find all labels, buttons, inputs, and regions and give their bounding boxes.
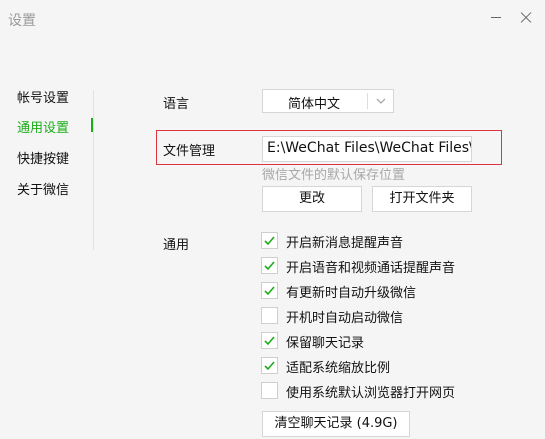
- file-path-field: E:\WeChat Files\WeChat Files\: [262, 136, 472, 162]
- option-label: 适配系统缩放比例: [286, 361, 391, 376]
- change-folder-button[interactable]: 更改: [262, 186, 362, 212]
- option-label: 使用系统默认浏览器打开网页: [286, 386, 456, 401]
- language-select[interactable]: 简体中文: [262, 89, 394, 113]
- option-label: 有更新时自动升级微信: [286, 286, 417, 301]
- checkbox[interactable]: [261, 382, 278, 399]
- checkbox[interactable]: [261, 257, 278, 274]
- language-label: 语言: [163, 97, 190, 112]
- checkmark-icon: [264, 361, 275, 371]
- sidebar-item-about[interactable]: 关于微信: [17, 179, 69, 199]
- sidebar-item-general[interactable]: 通用设置: [17, 117, 69, 137]
- open-folder-button[interactable]: 打开文件夹: [372, 186, 472, 212]
- sidebar-item-shortcuts[interactable]: 快捷按键: [17, 148, 69, 168]
- window-title: 设置: [8, 13, 36, 29]
- checkbox[interactable]: [261, 282, 278, 299]
- sidebar-item-account[interactable]: 帐号设置: [17, 87, 69, 107]
- checkbox[interactable]: [261, 307, 278, 324]
- checkmark-icon: [264, 236, 275, 246]
- checkbox[interactable]: [261, 232, 278, 249]
- option-label: 开启语音和视频通话提醒声音: [286, 261, 456, 276]
- file-path-value: E:\WeChat Files\WeChat Files\: [267, 140, 472, 156]
- file-path-hint: 微信文件的默认保存位置: [262, 168, 406, 183]
- minimize-icon[interactable]: [486, 8, 506, 28]
- checkmark-icon: [264, 336, 275, 346]
- title-bar: 设置: [0, 0, 545, 40]
- general-label: 通用: [163, 238, 190, 253]
- option-label: 开机时自动启动微信: [286, 311, 404, 326]
- checkmark-icon: [264, 261, 275, 271]
- file-management-label: 文件管理: [163, 144, 216, 159]
- chevron-down-icon: [376, 98, 386, 104]
- option-label: 开启新消息提醒声音: [286, 236, 404, 251]
- option-label: 保留聊天记录: [286, 336, 365, 351]
- close-icon[interactable]: [516, 8, 536, 28]
- sidebar-divider: [93, 90, 94, 250]
- checkmark-icon: [264, 286, 275, 296]
- language-selected-value: 简体中文: [287, 97, 340, 112]
- clear-chat-history-button[interactable]: 清空聊天记录 (4.9G): [262, 411, 410, 437]
- checkbox[interactable]: [261, 332, 278, 349]
- dropdown-separator: [367, 93, 368, 109]
- active-item-indicator: [91, 118, 93, 132]
- checkbox[interactable]: [261, 357, 278, 374]
